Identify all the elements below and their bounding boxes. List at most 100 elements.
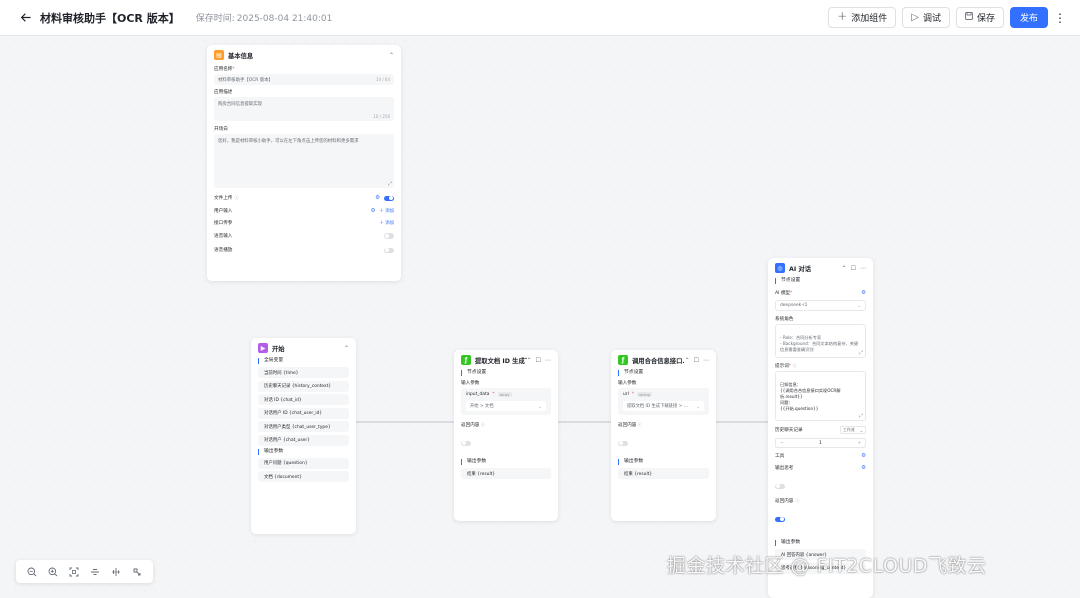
start-node-icon: ▶ (258, 343, 268, 353)
publish-button[interactable]: 发布 (1009, 7, 1048, 28)
thinking-toggle[interactable] (775, 483, 785, 489)
app-name-input[interactable]: 材料审核助手【OCR 版本】 14 / 64 (214, 74, 394, 85)
chevron-up-icon[interactable]: ⌃ (685, 357, 690, 364)
api-params-add-button[interactable]: ＋ 添加 (379, 220, 394, 226)
gear-icon[interactable]: ⚙ (375, 195, 380, 201)
plus-icon[interactable]: + (857, 441, 861, 446)
basic-info-title: 基本信息 (228, 52, 254, 60)
global-var-item: 历史聊天记录 {history_context} (258, 380, 349, 392)
prologue-label: 开场白 (214, 127, 228, 132)
param-type-tag: array (497, 392, 512, 397)
zoom-in-icon[interactable] (46, 565, 60, 579)
edit-icon[interactable]: ☐ (851, 265, 856, 272)
global-vars-label: 全局变量 (258, 358, 356, 364)
app-desc-label: 应用描述 (214, 90, 233, 95)
history-count-value: 1 (819, 440, 822, 446)
tools-label: 工具 (775, 454, 785, 459)
expand-icon[interactable]: ⤢ (388, 181, 392, 187)
edit-icon[interactable]: ☐ (694, 357, 699, 364)
chevron-up-icon[interactable]: ⌃ (842, 265, 847, 272)
ai-chat-node[interactable]: ◎ AI 对话 ⌃ ☐ ⋯ 节点设置 AI 模型* ⚙ deepseek-r1 … (768, 258, 873, 598)
extract-doc-node[interactable]: ƒ 提取文档 ID 生成下… ⌃ ☐ ⋯ 节点设置 输入参数 input_dat… (454, 350, 558, 521)
workflow-canvas[interactable]: ▤ 基本信息 ⌃ 应用名称* 材料审核助手【OCR 版本】 14 / 64 应用… (0, 36, 1080, 598)
debug-button[interactable]: ▷ 调试 (902, 7, 950, 28)
minus-icon[interactable]: − (780, 441, 784, 446)
add-component-button[interactable]: ＋ 添加组件 (828, 7, 897, 28)
return-content-label: 返回内容 (461, 423, 480, 428)
global-var-item: 对话用户类型 {chat_user_type} (258, 421, 349, 432)
return-content-label: 返回内容 (775, 499, 794, 504)
return-content-label: 返回内容 (618, 423, 637, 428)
info-icon: ⓘ (637, 422, 642, 427)
node-settings-label: 节点设置 (618, 370, 716, 376)
auto-layout-icon[interactable] (130, 565, 144, 579)
param-name: url (623, 392, 629, 397)
input-params-label: 输入参数 (618, 381, 637, 386)
more-horizontal-icon[interactable]: ⋯ (545, 357, 551, 364)
output-params-label: 输出参数 (618, 459, 716, 465)
model-label: AI 模型 (775, 290, 791, 296)
param-type-tag: string (637, 392, 652, 397)
input-param-box: input_data * array 开始 > 文档 ⌄ (461, 388, 551, 415)
param-value-select[interactable]: 提取文档 ID 生成下载链接 > … ⌄ (623, 401, 704, 411)
prologue-value: 您好，我是材料审核小助手，可以在左下角点击上传您的材料和更多需求 (218, 139, 359, 144)
info-icon: ⓘ (234, 195, 239, 201)
expand-icon[interactable]: ⤢ (859, 350, 863, 356)
thinking-label: 输出思考 (775, 466, 794, 471)
watermark: 掘金技术社区 @ FIT2CLOUD飞致云 (667, 555, 987, 577)
function-node-icon: ƒ (461, 355, 471, 365)
more-vertical-icon[interactable]: ⋮ (1054, 7, 1066, 28)
align-horizontal-icon[interactable] (109, 565, 123, 579)
history-count-stepper[interactable]: − 1 + (775, 438, 866, 448)
save-icon (965, 12, 973, 23)
user-input-add-button[interactable]: ＋ 添加 (379, 208, 394, 214)
app-title: 材料审核助手【OCR 版本】 (40, 11, 180, 25)
history-mode-select[interactable]: 工作流 ⌄ (840, 426, 866, 434)
align-vertical-icon[interactable] (88, 565, 102, 579)
chevron-up-icon[interactable]: ⌃ (389, 52, 394, 59)
gear-icon[interactable]: ⚙ (861, 465, 866, 471)
prologue-input[interactable]: 您好，我是材料审核小助手，可以在左下角点击上传您的材料和更多需求 ⤢ (214, 134, 394, 188)
back-arrow-icon[interactable] (18, 11, 32, 25)
chevron-up-icon[interactable]: ⌃ (344, 345, 349, 352)
voice-play-toggle[interactable] (384, 247, 394, 253)
prompt-text: 已知信息： {{调用合合信息接口实现OCR解析.result}} 问题： {{开… (780, 382, 841, 411)
chevron-down-icon: ⌄ (859, 427, 863, 433)
gear-icon[interactable]: ⚙ (861, 290, 866, 296)
more-horizontal-icon[interactable]: ⋯ (703, 357, 709, 364)
voice-input-toggle[interactable] (384, 233, 394, 239)
function-node-icon: ƒ (618, 355, 628, 365)
param-value-select[interactable]: 开始 > 文档 ⌄ (466, 401, 546, 411)
start-node[interactable]: ▶ 开始 ⌃ 全局变量 当前时间 {time} 历史聊天记录 {history_… (251, 338, 356, 534)
zoom-out-icon[interactable] (25, 565, 39, 579)
more-horizontal-icon[interactable]: ⋯ (860, 265, 866, 272)
gear-icon[interactable]: ⚙ (861, 453, 866, 459)
basic-info-icon: ▤ (214, 50, 224, 60)
edit-icon[interactable]: ☐ (536, 357, 541, 364)
chevron-down-icon: ⌄ (538, 403, 542, 409)
gear-icon[interactable]: ⚙ (370, 208, 375, 214)
system-role-text: - Role：合同分析专家 - Background：合同文本结构复杂，关键信息… (780, 335, 859, 352)
chevron-up-icon[interactable]: ⌃ (527, 357, 532, 364)
return-content-toggle[interactable] (461, 440, 471, 446)
chevron-down-icon: ⌄ (857, 303, 861, 308)
system-role-label: 系统角色 (775, 317, 794, 322)
canvas-zoom-toolbar (16, 560, 153, 583)
app-name-value: 材料审核助手【OCR 版本】 (218, 77, 273, 83)
fit-view-icon[interactable] (67, 565, 81, 579)
save-button[interactable]: 保存 (955, 7, 1004, 28)
node-settings-label: 节点设置 (461, 370, 558, 376)
model-select[interactable]: deepseek-r1 ⌄ (775, 300, 866, 311)
app-desc-input[interactable]: 购房合同信息提取实现 10 / 256 (214, 97, 394, 121)
model-value: deepseek-r1 (780, 303, 808, 308)
output-params-label: 输出参数 (461, 459, 558, 465)
expand-icon[interactable]: ⤢ (859, 413, 863, 419)
system-role-input[interactable]: - Role：合同分析专家 - Background：合同文本结构复杂，关键信息… (775, 324, 866, 358)
return-content-toggle[interactable] (618, 440, 628, 446)
prompt-input[interactable]: 已知信息： {{调用合合信息接口实现OCR解析.result}} 问题： {{开… (775, 371, 866, 421)
param-value: 提取文档 ID 生成下载链接 > … (627, 404, 688, 409)
return-content-toggle[interactable] (775, 516, 785, 522)
call-api-node[interactable]: ƒ 调用合合信息接口… ⌃ ☐ ⋯ 节点设置 输入参数 url * string 提… (611, 350, 716, 521)
prompt-label: 提示词 (775, 364, 789, 369)
file-upload-toggle[interactable] (384, 195, 394, 201)
